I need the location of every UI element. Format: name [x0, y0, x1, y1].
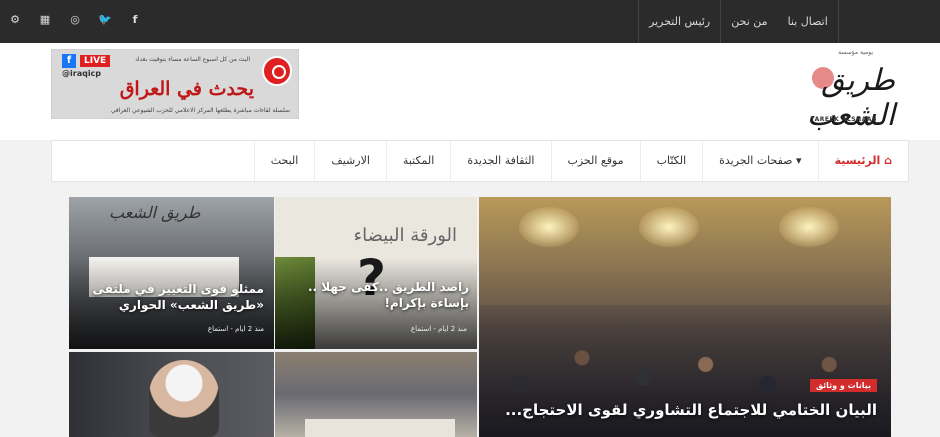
chandelier-image: [639, 207, 699, 247]
banner-schedule: البث من كل اسبوع الساعة مساء بتوقيت بغدا…: [135, 56, 250, 63]
nav-item-library[interactable]: المكتبة: [385, 141, 450, 181]
twitter-icon[interactable]: 🐦: [94, 10, 116, 30]
facebook-icon: f: [62, 54, 76, 68]
featured-main-article[interactable]: بيانات و وثائق البيان الختامي للاجتماع ا…: [479, 197, 891, 437]
portrait-image: [149, 360, 219, 437]
banner-headline: يحدث في العراق: [119, 78, 254, 100]
nav-item-search[interactable]: البحث: [253, 141, 315, 181]
instagram-icon[interactable]: ◎: [64, 10, 86, 30]
banner-subtitle: سلسلة لقاءات مباشرة يطلعها المركز الاعلا…: [110, 107, 290, 114]
main-nav: ⌂ الرئيسية ▾ صفحات الجريدة الكتّاب موقع …: [51, 140, 909, 182]
logo-english: TAREEK ALSHAAB: [810, 116, 877, 123]
logo-tagline: يومية مؤسسة: [838, 49, 873, 56]
banner-handle: @iraqicp: [62, 69, 102, 78]
nav-item-archive[interactable]: الارشيف: [314, 141, 386, 181]
protest-photo: [305, 419, 455, 437]
contact-link[interactable]: اتصال بنا: [778, 0, 839, 43]
live-badge: f LIVE: [62, 54, 111, 68]
broadcast-icon: [262, 56, 292, 86]
top-links: اتصال بنا من نحن رئيس التحرير: [638, 0, 839, 43]
article-title[interactable]: البيان الختامي للاجتماع التشاوري لقوى ال…: [487, 401, 877, 419]
about-link[interactable]: من نحن: [720, 0, 777, 43]
settings-icon[interactable]: ⚙: [4, 10, 26, 30]
featured-article[interactable]: [69, 352, 274, 437]
live-label: LIVE: [80, 55, 111, 67]
top-bar: ⚙ ▦ ◎ 🐦 f اتصال بنا من نحن رئيس التحرير: [0, 0, 940, 43]
article-meta: منذ 2 ايام - استماع: [410, 325, 467, 333]
featured-grid: بيانات و وثائق البيان الختامي للاجتماع ا…: [69, 197, 891, 437]
nav-item-newspaper-pages[interactable]: ▾ صفحات الجريدة: [702, 141, 817, 181]
nav-item-party-site[interactable]: موقع الحزب: [550, 141, 640, 181]
category-badge[interactable]: بيانات و وثائق: [809, 379, 877, 392]
editor-link[interactable]: رئيس التحرير: [638, 0, 720, 43]
nav-item-label: صفحات الجريدة: [719, 154, 793, 167]
site-logo[interactable]: يومية مؤسسة طريق الشعب TAREEK ALSHAAB: [750, 49, 895, 133]
nav-item-writers[interactable]: الكتّاب: [639, 141, 703, 181]
article-title[interactable]: راصد الطريق ..كفى جهلا .. بإساءة بإكرام!: [279, 279, 469, 311]
nav-item-new-culture[interactable]: الثقافة الجديدة: [450, 141, 550, 181]
nav-item-label: الرئيسية: [834, 154, 881, 167]
article-title[interactable]: ممثلو قوى التغيير في ملتقى «طريق الشعب» …: [74, 281, 264, 313]
featured-article[interactable]: [275, 352, 477, 437]
featured-article[interactable]: طريق الشعب ممثلو قوى التغيير في ملتقى «ط…: [69, 197, 274, 349]
backdrop-logo: طريق الشعب: [109, 203, 201, 222]
site-header: f LIVE @iraqicp البث من كل اسبوع الساعة …: [0, 43, 940, 140]
social-links: ⚙ ▦ ◎ 🐦 f: [4, 10, 154, 30]
column-brand: الورقة البيضاء: [353, 225, 457, 246]
grid-icon[interactable]: ▦: [34, 10, 56, 30]
home-icon: ⌂: [884, 154, 892, 167]
chandelier-image: [519, 207, 579, 247]
featured-article[interactable]: الورقة البيضاء ? راصد الطريق ..كفى جهلا …: [275, 197, 477, 349]
chevron-down-icon: ▾: [796, 154, 802, 167]
nav-item-home[interactable]: ⌂ الرئيسية: [817, 141, 908, 181]
ad-banner[interactable]: f LIVE @iraqicp البث من كل اسبوع الساعة …: [51, 49, 299, 119]
chandelier-image: [779, 207, 839, 247]
facebook-icon[interactable]: f: [124, 10, 146, 30]
article-meta: منذ 2 ايام - استماع: [207, 325, 264, 333]
